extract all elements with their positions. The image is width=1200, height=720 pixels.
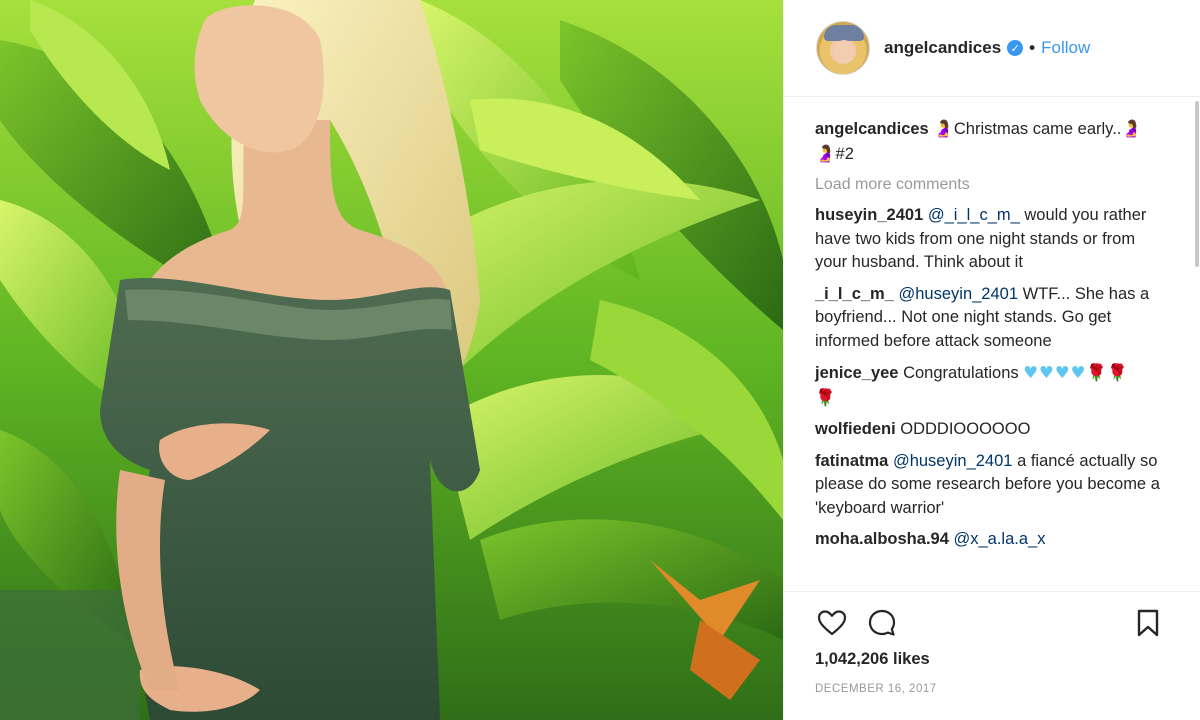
comment-item: fatinatma @huseyin_2401 a fiancé actuall… xyxy=(815,450,1171,521)
post-date[interactable]: DECEMBER 16, 2017 xyxy=(815,683,1177,695)
avatar[interactable] xyxy=(816,21,870,75)
comment-item: _i_l_c_m_ @huseyin_2401 WTF... She has a… xyxy=(815,283,1171,354)
comments-scrollbar[interactable] xyxy=(1194,97,1200,591)
like-button[interactable] xyxy=(815,606,849,640)
comment-username[interactable]: fatinatma xyxy=(815,452,888,470)
comment-item: jenice_yee Congratulations ♥♥♥♥🌹🌹 🌹 xyxy=(815,361,1171,410)
follow-button[interactable]: Follow xyxy=(1041,38,1090,58)
comment-username[interactable]: wolfiedeni xyxy=(815,420,896,438)
comment-mention[interactable]: @huseyin_2401 xyxy=(899,285,1019,303)
photo-illustration xyxy=(0,0,783,720)
comment-item: wolfiedeni ODDDIOOOOOO xyxy=(815,418,1171,442)
caption-emoji-3: 🤰 xyxy=(815,143,836,163)
bookmark-icon xyxy=(1137,609,1159,637)
instagram-post: angelcandices ✓ • Follow angelcandices 🤰… xyxy=(0,0,1200,720)
scrollbar-thumb[interactable] xyxy=(1195,101,1199,267)
comment-button[interactable] xyxy=(865,606,899,640)
heart-outline-icon xyxy=(817,610,847,636)
avatar-hat xyxy=(824,25,864,41)
comment-mention[interactable]: @_i_l_c_m_ xyxy=(928,206,1020,224)
comment-username[interactable]: huseyin_2401 xyxy=(815,206,923,224)
comment-username[interactable]: moha.albosha.94 xyxy=(815,530,949,548)
post-photo[interactable] xyxy=(0,0,783,720)
comment-item: huseyin_2401 @_i_l_c_m_ would you rather… xyxy=(815,204,1171,275)
avatar-face xyxy=(834,40,854,64)
rose-emoji: 🌹 xyxy=(815,387,836,407)
comment-username[interactable]: _i_l_c_m_ xyxy=(815,285,894,303)
blue-hearts-emoji: ♥♥♥♥ xyxy=(1023,363,1087,382)
speech-bubble-icon xyxy=(868,609,896,636)
username-row: angelcandices ✓ • Follow xyxy=(884,38,1090,58)
save-button[interactable] xyxy=(1131,606,1165,640)
caption-hashtag[interactable]: #2 xyxy=(836,145,854,163)
rose-emoji: 🌹🌹 xyxy=(1086,363,1128,382)
header-username[interactable]: angelcandices xyxy=(884,38,1001,58)
side-panel: angelcandices ✓ • Follow angelcandices 🤰… xyxy=(783,0,1200,720)
caption-username[interactable]: angelcandices xyxy=(815,120,929,138)
verified-badge-icon: ✓ xyxy=(1007,40,1024,56)
caption: angelcandices 🤰Christmas came early..🤰 🤰… xyxy=(815,117,1171,166)
comments-list[interactable]: angelcandices 🤰Christmas came early..🤰 🤰… xyxy=(784,97,1200,591)
load-more-comments-button[interactable]: Load more comments xyxy=(815,176,1171,194)
comment-mention[interactable]: @x_a.la.a_x xyxy=(953,530,1045,548)
caption-emoji-1: 🤰 xyxy=(933,119,954,138)
caption-text: Christmas came early.. xyxy=(953,120,1122,138)
post-header: angelcandices ✓ • Follow xyxy=(784,0,1200,97)
comment-username[interactable]: jenice_yee xyxy=(815,364,898,382)
comment-text: Congratulations xyxy=(903,364,1019,382)
comment-item: moha.albosha.94 @x_a.la.a_x xyxy=(815,528,1171,552)
comment-text: ODDDIOOOOOO xyxy=(900,420,1031,438)
caption-emoji-2: 🤰 xyxy=(1121,119,1142,138)
separator-dot: • xyxy=(1029,38,1036,57)
comment-mention[interactable]: @huseyin_2401 xyxy=(893,452,1013,470)
post-actions: 1,042,206 likes DECEMBER 16, 2017 xyxy=(784,591,1200,720)
action-row xyxy=(815,592,1177,654)
